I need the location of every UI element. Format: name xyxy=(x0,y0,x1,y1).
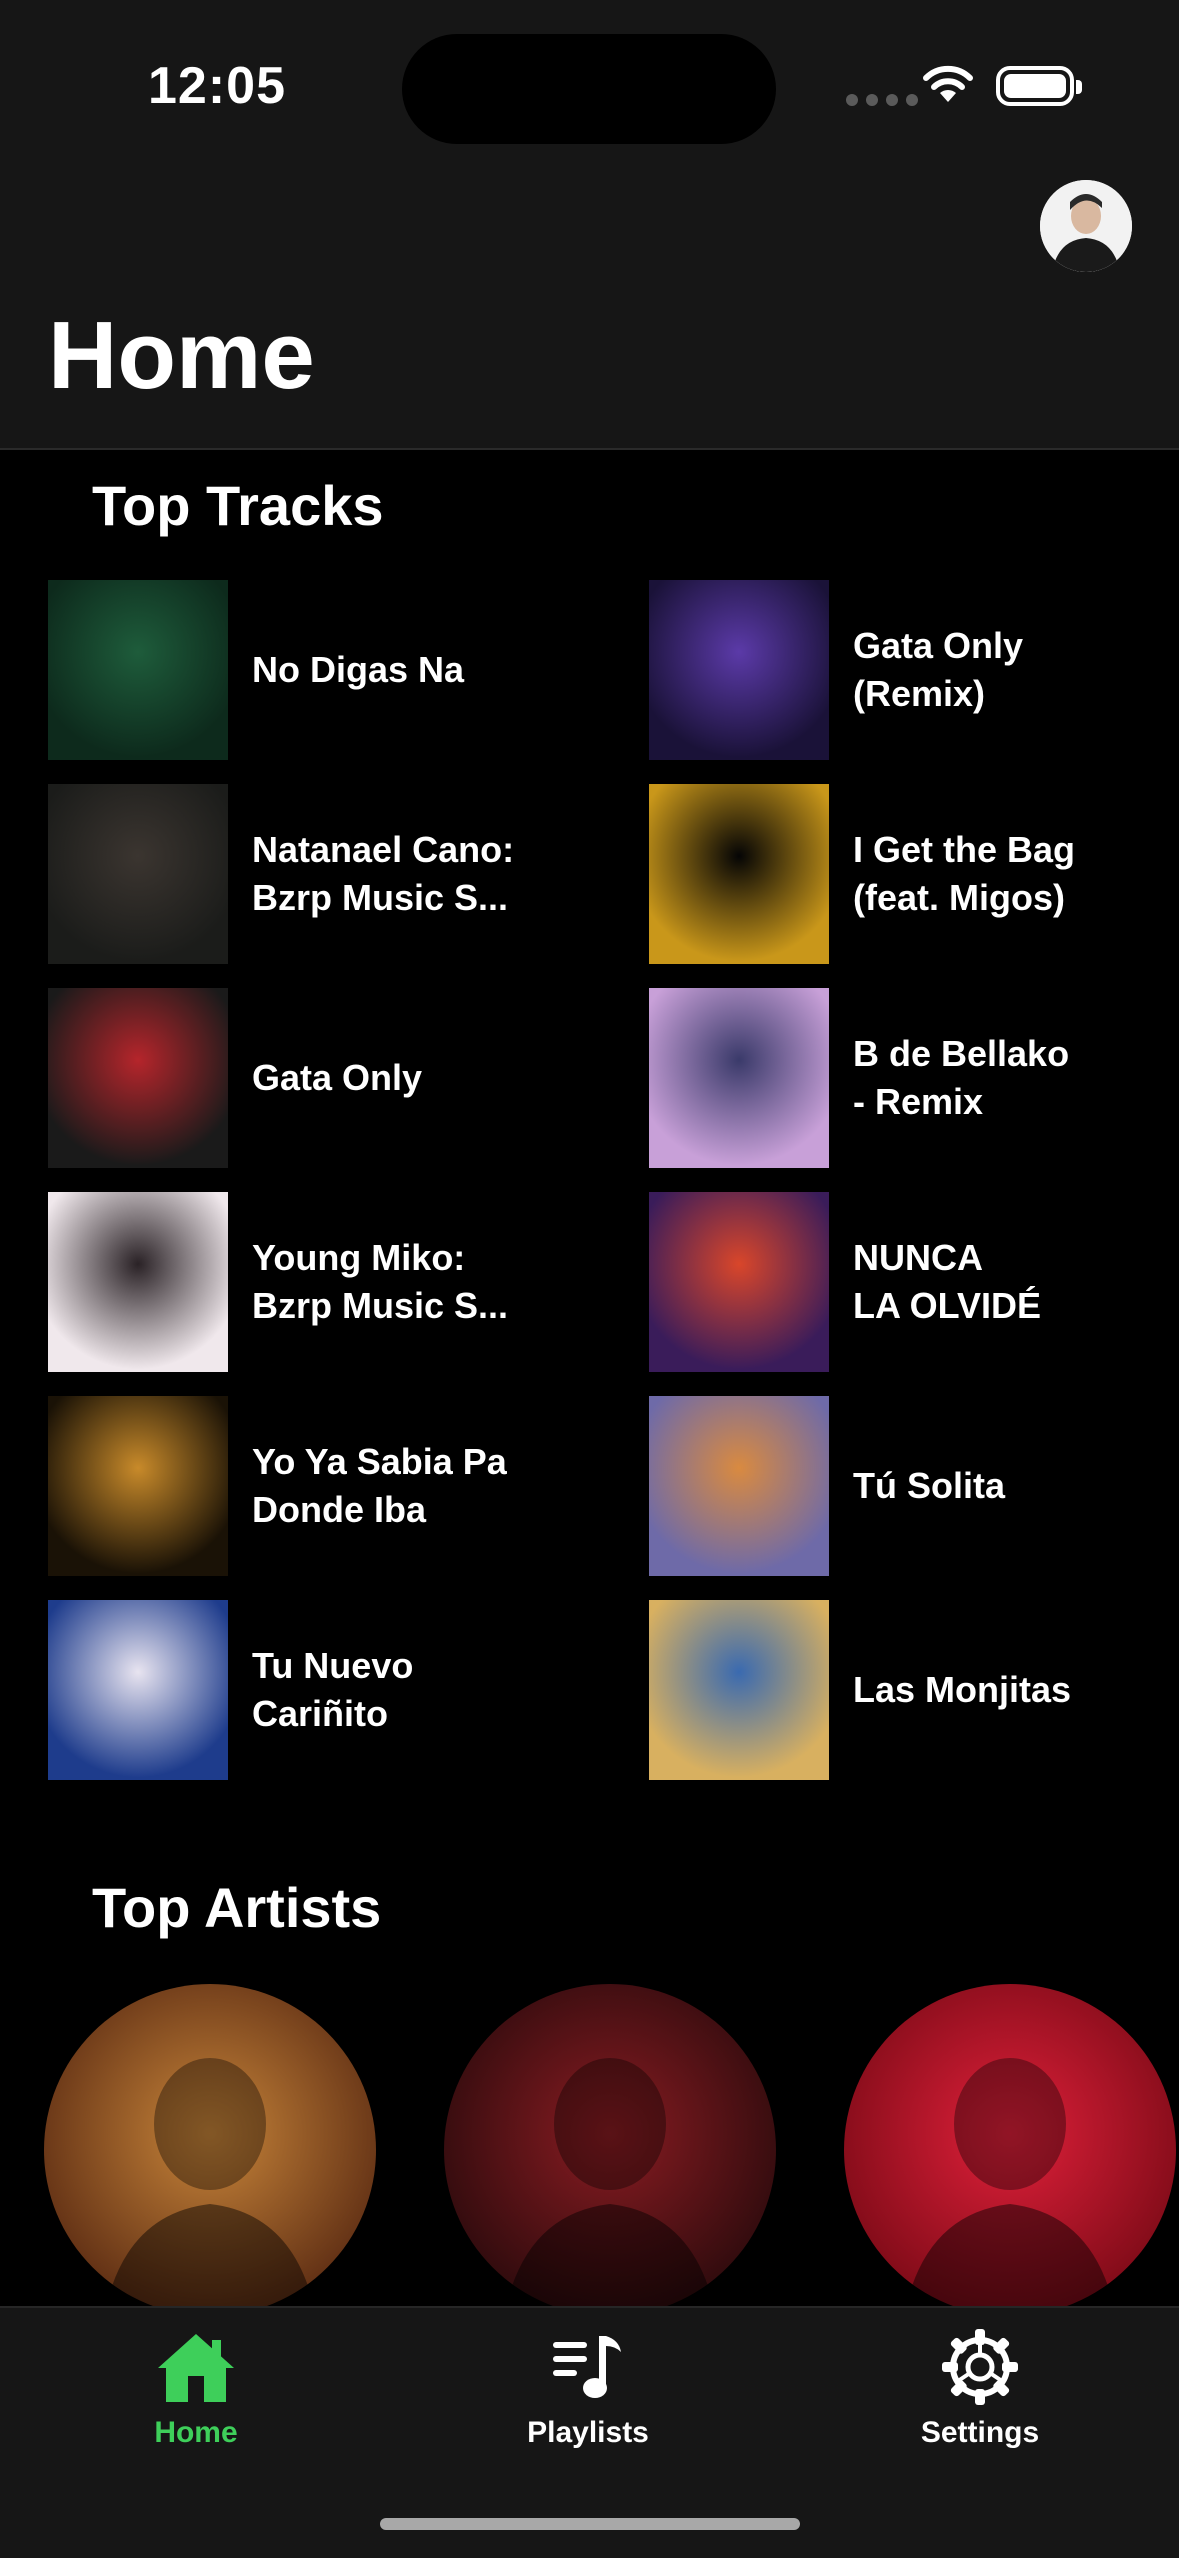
track-cover-art xyxy=(649,1192,829,1372)
track-name: Tú Solita xyxy=(853,1465,1005,1506)
track-name: NUNCA LA OLVIDÉ xyxy=(853,1237,1041,1326)
track-cover-art xyxy=(48,1396,228,1576)
track-name: Gata Only xyxy=(252,1057,423,1098)
top-tracks-title: Top Tracks xyxy=(92,474,384,537)
track-name: I Get the Bag (feat. Migos) xyxy=(853,829,1076,918)
top-artists-title: Top Artists xyxy=(92,1876,382,1939)
track-cover-art xyxy=(649,988,829,1168)
track-item[interactable]: I Get the Bag (feat. Migos) xyxy=(649,784,1148,988)
track-cover-art xyxy=(48,784,228,964)
track-item[interactable]: Gata Only xyxy=(48,988,649,1192)
dynamic-island xyxy=(402,34,776,144)
track-cover-art xyxy=(48,1600,228,1780)
track-cover-art xyxy=(48,988,228,1168)
gear-icon xyxy=(830,2322,1130,2412)
top-tracks-grid: No Digas Na Gata Only (Remix) Natanael Can… xyxy=(48,580,1148,1804)
page-title: Home xyxy=(48,302,315,409)
track-item[interactable]: Yo Ya Sabia Pa Donde Iba xyxy=(48,1396,649,1600)
tab-playlists[interactable]: Playlists xyxy=(438,2322,738,2450)
track-name: Las Monjitas xyxy=(853,1669,1072,1710)
track-cover-art xyxy=(48,1192,228,1372)
artist-avatar[interactable] xyxy=(44,1984,376,2306)
track-item[interactable]: No Digas Na xyxy=(48,580,649,784)
track-item[interactable]: Gata Only (Remix) xyxy=(649,580,1148,784)
top-artists-carousel[interactable] xyxy=(44,1984,1179,2306)
tab-settings[interactable]: Settings xyxy=(830,2322,1130,2450)
track-name: Natanael Cano: Bzrp Music S... xyxy=(252,829,515,918)
wifi-icon xyxy=(923,65,973,102)
track-cover-art xyxy=(649,1396,829,1576)
track-item[interactable]: Tú Solita xyxy=(649,1396,1148,1600)
track-name: Young Miko: Bzrp Music S... xyxy=(252,1237,509,1326)
cellular-signal-icon xyxy=(846,94,918,106)
track-cover-art xyxy=(48,580,228,760)
tab-playlists-label: Playlists xyxy=(527,2416,649,2449)
track-cover-art xyxy=(649,1600,829,1780)
track-item[interactable]: NUNCA LA OLVIDÉ xyxy=(649,1192,1148,1396)
tab-home-label: Home xyxy=(154,2416,238,2449)
track-name: Gata Only (Remix) xyxy=(853,625,1024,714)
profile-avatar[interactable] xyxy=(1040,180,1132,272)
track-item[interactable]: Tu Nuevo Cariñito xyxy=(48,1600,649,1804)
track-item[interactable]: Las Monjitas xyxy=(649,1600,1148,1804)
header: 12:05 Home xyxy=(0,0,1179,450)
tab-settings-label: Settings xyxy=(920,2416,1040,2449)
track-name: Yo Ya Sabia Pa Donde Iba xyxy=(252,1441,507,1530)
track-cover-art xyxy=(649,784,829,964)
tab-home[interactable]: Home xyxy=(46,2322,346,2450)
track-item[interactable]: B de Bellako - Remix xyxy=(649,988,1148,1192)
artist-avatar[interactable] xyxy=(444,1984,776,2306)
track-item[interactable]: Natanael Cano: Bzrp Music S... xyxy=(48,784,649,988)
track-name: B de Bellako - Remix xyxy=(853,1033,1070,1122)
track-name: Tu Nuevo Cariñito xyxy=(252,1645,414,1734)
track-cover-art xyxy=(649,580,829,760)
track-name: No Digas Na xyxy=(252,649,465,690)
artist-avatar[interactable] xyxy=(844,1984,1176,2306)
battery-icon xyxy=(996,66,1082,106)
track-item[interactable]: Young Miko: Bzrp Music S... xyxy=(48,1192,649,1396)
playlist-icon xyxy=(438,2322,738,2412)
home-indicator xyxy=(380,2518,800,2530)
status-time: 12:05 xyxy=(148,57,286,115)
house-icon xyxy=(46,2322,346,2412)
